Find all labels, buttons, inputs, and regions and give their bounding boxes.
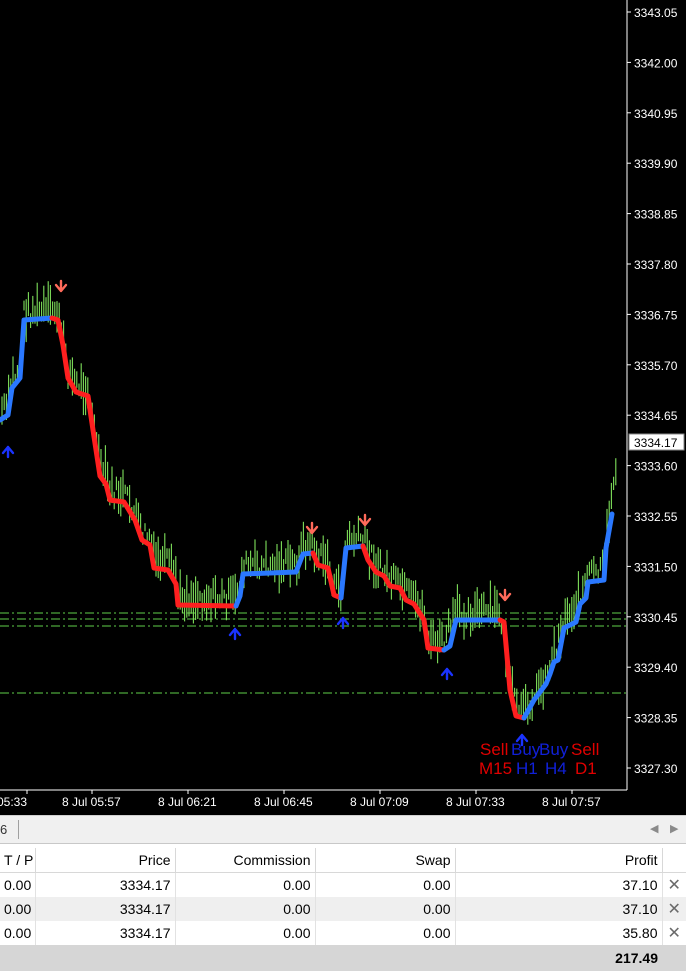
column-header-profit[interactable]: Profit — [455, 848, 663, 873]
sell-arrow-icon — [54, 279, 68, 293]
cell-tp: 0.00 — [0, 921, 36, 945]
trade-table: T / P Price Commission Swap Profit 0.00 … — [0, 848, 686, 971]
sell-arrow-icon — [305, 521, 319, 535]
time-axis-label: 8 Jul 07:57 — [542, 795, 601, 809]
cell-price: 3334.17 — [35, 872, 176, 897]
price-axis-label: 3343.05 — [634, 6, 678, 20]
signal-sell-2: Sell — [571, 740, 599, 759]
price-axis-label: 3342.00 — [634, 56, 678, 70]
cell-tp: 0.00 — [0, 897, 36, 921]
time-axis-label: 8 Jul 06:21 — [158, 795, 217, 809]
timeframe-m15: M15 — [479, 759, 512, 778]
price-axis-label: 3340.95 — [634, 107, 678, 121]
close-position-icon[interactable]: ✕ — [662, 873, 686, 898]
price-axis-label: 3331.50 — [634, 560, 678, 574]
scroll-right-icon[interactable]: ▶ — [670, 822, 678, 835]
cell-commission: 0.00 — [175, 872, 316, 897]
price-axis-labels[interactable]: 3343.05 3342.00 3340.95 3339.90 3338.85 3337.… — [627, 6, 678, 776]
column-header-commission[interactable]: Commission — [175, 848, 316, 873]
cell-swap: 0.00 — [315, 897, 456, 921]
cell-profit: 37.10 — [455, 872, 663, 897]
trend-segment-up-4 — [441, 617, 503, 653]
trend-line — [0, 315, 615, 721]
cell-price: 3334.17 — [35, 897, 176, 921]
current-price-label: 3334.17 — [634, 436, 678, 450]
time-axis-label: 8 Jul 07:33 — [446, 795, 505, 809]
price-chart[interactable]: Sell Buy Buy Sell M15 H1 H4 D1 3343.05 33… — [0, 0, 686, 815]
terminal-tab-bar: 6 ◀ ▶ — [0, 815, 686, 844]
chart-canvas[interactable]: Sell Buy Buy Sell M15 H1 H4 D1 3343.0533… — [0, 0, 686, 815]
timeframe-h4: H4 — [545, 759, 567, 778]
close-position-icon[interactable]: ✕ — [662, 897, 686, 921]
tab-fragment[interactable]: 6 — [0, 822, 7, 837]
total-row: 217.49 — [0, 945, 686, 971]
total-spacer — [0, 945, 455, 971]
sell-arrow-icon — [498, 588, 512, 602]
sell-arrow-icon — [358, 513, 372, 527]
timeframe-d1: D1 — [575, 759, 597, 778]
cell-swap: 0.00 — [315, 921, 456, 945]
time-axis-label: 8 Jul 06:45 — [254, 795, 313, 809]
column-header-close — [662, 848, 686, 873]
buy-arrows — [1, 445, 529, 747]
trend-segment-down-1 — [49, 315, 239, 609]
signal-panel: Sell Buy Buy Sell M15 H1 H4 D1 — [479, 740, 599, 778]
tab-separator — [18, 820, 19, 839]
price-axis-label: 3328.35 — [634, 712, 678, 726]
cell-price: 3334.17 — [35, 921, 176, 945]
time-axis-label: 05:33 — [0, 795, 27, 809]
price-axis-label: 3332.55 — [634, 510, 678, 524]
cell-profit: 37.10 — [455, 897, 663, 921]
buy-arrow-icon — [1, 445, 15, 459]
signal-buy-1: Buy — [511, 740, 541, 759]
cell-commission: 0.00 — [175, 921, 316, 945]
cell-swap: 0.00 — [315, 872, 456, 897]
price-candles — [1, 281, 617, 725]
close-position-icon[interactable]: ✕ — [662, 921, 686, 945]
trend-segment-up-5 — [521, 511, 615, 721]
column-header-tp[interactable]: T / P — [0, 848, 36, 873]
signal-buy-2: Buy — [539, 740, 569, 759]
buy-arrow-icon — [440, 667, 454, 681]
table-row[interactable]: 0.00 3334.17 0.00 0.00 35.80 ✕ — [0, 921, 686, 945]
price-axis-label: 3329.40 — [634, 661, 678, 675]
column-header-price[interactable]: Price — [35, 848, 176, 873]
price-axis-label: 3330.45 — [634, 611, 678, 625]
total-profit: 217.49 — [455, 945, 662, 971]
cell-commission: 0.00 — [175, 897, 316, 921]
table-row[interactable]: 0.00 3334.17 0.00 0.00 37.10 ✕ — [0, 872, 686, 898]
cell-profit: 35.80 — [455, 921, 663, 945]
price-axis-label: 3339.90 — [634, 157, 678, 171]
table-header-row: T / P Price Commission Swap Profit — [0, 848, 686, 873]
trend-segment-up-3 — [338, 543, 366, 601]
cell-tp: 0.00 — [0, 872, 36, 897]
price-axis-label: 3336.75 — [634, 308, 678, 322]
price-axis-label: 3335.70 — [634, 359, 678, 373]
column-header-swap[interactable]: Swap — [315, 848, 456, 873]
time-axis-label: 8 Jul 05:57 — [62, 795, 121, 809]
price-axis-label: 3338.85 — [634, 208, 678, 222]
price-axis-label: 3337.80 — [634, 258, 678, 272]
price-axis-label: 3327.30 — [634, 762, 678, 776]
price-axis-label: 3334.65 — [634, 409, 678, 423]
signal-sell-1: Sell — [480, 740, 508, 759]
time-axis-labels[interactable]: 05:33 8 Jul 05:57 8 Jul 06:21 8 Jul 06:45 8 … — [0, 790, 601, 809]
current-price-marker: 3334.17 — [628, 433, 685, 451]
table-row[interactable]: 0.00 3334.17 0.00 0.00 37.10 ✕ — [0, 897, 686, 921]
price-axis-label: 3333.60 — [634, 460, 678, 474]
level-lines — [0, 612, 627, 694]
total-end — [662, 945, 686, 971]
buy-arrow-icon — [228, 627, 242, 641]
timeframe-h1: H1 — [516, 759, 538, 778]
scroll-left-icon[interactable]: ◀ — [650, 822, 658, 835]
trend-segment-down-3 — [360, 543, 447, 653]
sell-arrows — [54, 279, 512, 602]
time-axis-label: 8 Jul 07:09 — [350, 795, 409, 809]
